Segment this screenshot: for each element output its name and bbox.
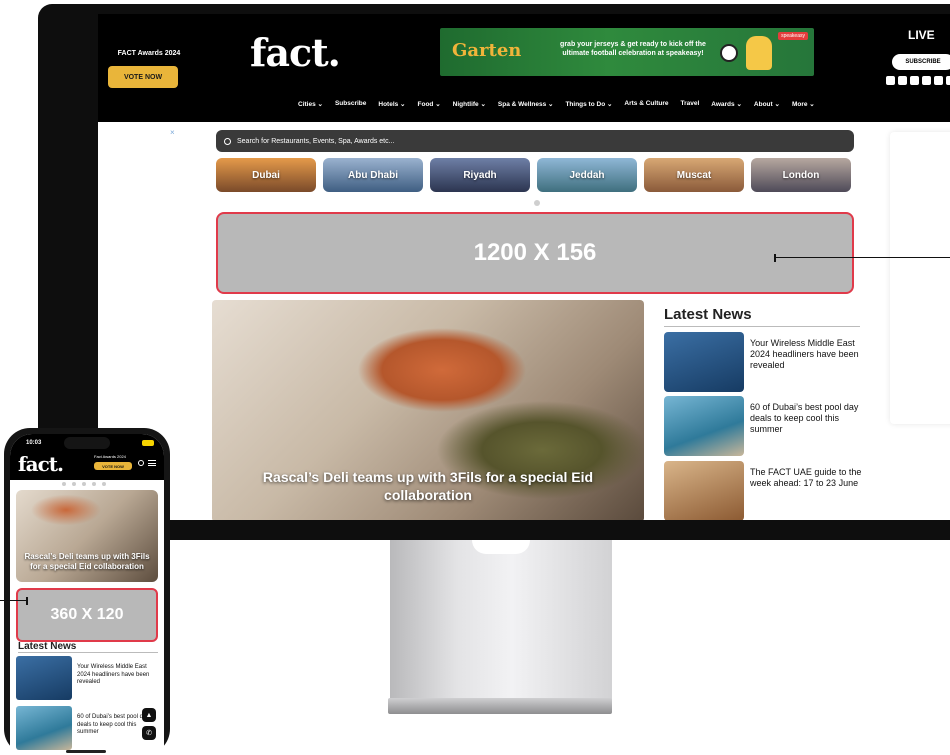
search-icon[interactable] — [138, 460, 144, 466]
news-headline: 60 of Dubai’s best pool day deals to kee… — [750, 402, 859, 434]
callout-line — [0, 600, 28, 601]
main-nav: Cities ⌄ Subscribe Hotels ⌄ Food ⌄ Night… — [298, 100, 815, 108]
monitor-base — [388, 698, 612, 714]
nav-item-cities[interactable]: Cities ⌄ — [298, 100, 323, 108]
mobile-news-item[interactable]: 60 of Dubai’s best pool day deals to kee… — [16, 706, 158, 750]
mobile-news-item[interactable]: Your Wireless Middle East 2024 headliner… — [16, 656, 158, 700]
awards-label: FACT Awards 2024 — [117, 50, 181, 57]
nav-item-subscribe[interactable]: Subscribe — [335, 100, 366, 108]
carousel-dots — [62, 482, 106, 486]
nav-item-awards[interactable]: Awards ⌄ — [711, 100, 742, 108]
mobile-ad-placeholder[interactable]: 360 X 120 — [16, 588, 158, 642]
carousel-dot[interactable] — [534, 200, 540, 206]
divider — [664, 326, 860, 327]
right-sidebar-ad[interactable] — [890, 132, 950, 424]
battery-icon — [142, 440, 154, 446]
social-icons — [886, 76, 950, 85]
city-card-london[interactable]: London — [751, 158, 851, 192]
banner-tag: speakeasy — [778, 32, 808, 40]
callout-marker — [774, 254, 776, 262]
carousel-dot[interactable] — [102, 482, 106, 486]
mobile-hero-title: Rascal’s Deli teams up with 3Fils for a … — [24, 552, 150, 571]
bell-icon[interactable]: ▲ — [142, 708, 156, 722]
nav-item-hotels[interactable]: Hotels ⌄ — [378, 100, 405, 108]
carousel-dot[interactable] — [62, 482, 66, 486]
desktop-monitor: FACT Awards 2024 VOTE NOW fact. Garten g… — [38, 4, 950, 540]
monitor-stand — [390, 540, 612, 700]
city-card-riyadh[interactable]: Riyadh — [430, 158, 530, 192]
news-thumbnail — [664, 461, 744, 520]
city-carousel: Dubai Abu Dhabi Riyadh Jeddah Muscat Lon… — [216, 158, 851, 192]
site-header: FACT Awards 2024 VOTE NOW fact. Garten g… — [98, 14, 950, 122]
banner-brand: Garten — [452, 40, 522, 61]
banner-promo-text: grab your jerseys & get ready to kick of… — [560, 41, 706, 57]
threads-icon[interactable] — [922, 76, 931, 85]
carousel-dot[interactable] — [72, 482, 76, 486]
mobile-header: 10:03 fact. Fact Awards 2024 VOTE NOW — [10, 434, 164, 480]
search-icon — [224, 137, 231, 145]
news-thumbnail — [664, 396, 744, 456]
vote-now-button[interactable]: VOTE NOW — [108, 66, 178, 88]
home-indicator — [66, 750, 106, 753]
city-card-jeddah[interactable]: Jeddah — [537, 158, 637, 192]
news-thumbnail — [16, 706, 72, 750]
nav-item-more[interactable]: More ⌄ — [792, 100, 815, 108]
mobile-vote-button[interactable]: VOTE NOW — [94, 462, 132, 470]
news-thumbnail — [664, 332, 744, 392]
live-label[interactable]: LIVE — [908, 28, 935, 42]
mobile-hero-article[interactable]: Rascal’s Deli teams up with 3Fils for a … — [16, 490, 158, 582]
hero-article[interactable]: Rascal’s Deli teams up with 3Fils for a … — [212, 300, 644, 520]
facebook-icon[interactable] — [886, 76, 895, 85]
ad-close-icon[interactable]: × — [170, 128, 175, 137]
mobile-screen: 10:03 fact. Fact Awards 2024 VOTE NOW Ra… — [10, 434, 164, 755]
nav-item-travel[interactable]: Travel — [680, 100, 699, 108]
news-headline: Your Wireless Middle East 2024 headliner… — [77, 664, 150, 685]
mobile-latest-heading: Latest News — [18, 641, 77, 652]
search-bar[interactable]: Search for Restaurants, Events, Spa, Awa… — [216, 130, 854, 152]
news-thumbnail — [16, 656, 72, 700]
leaderboard-ad-placeholder[interactable]: 1200 X 156 — [216, 212, 854, 294]
news-headline: The FACT UAE guide to the week ahead: 17… — [750, 467, 862, 488]
news-item[interactable]: The FACT UAE guide to the week ahead: 17… — [664, 461, 864, 520]
nav-item-arts-culture[interactable]: Arts & Culture — [624, 100, 668, 108]
divider — [18, 652, 158, 653]
carousel-dot[interactable] — [92, 482, 96, 486]
callout-marker — [26, 597, 28, 605]
mobile-phone: 10:03 fact. Fact Awards 2024 VOTE NOW Ra… — [4, 428, 170, 755]
nav-item-nightlife[interactable]: Nightlife ⌄ — [453, 100, 486, 108]
mascot-illustration — [746, 36, 772, 70]
search-placeholder: Search for Restaurants, Events, Spa, Awa… — [237, 137, 395, 145]
nav-item-spa-wellness[interactable]: Spa & Wellness ⌄ — [498, 100, 554, 108]
linkedin-icon[interactable] — [946, 76, 950, 85]
menu-icon[interactable] — [148, 460, 156, 466]
news-item[interactable]: 60 of Dubai’s best pool day deals to kee… — [664, 396, 864, 456]
status-time: 10:03 — [26, 440, 42, 446]
city-card-dubai[interactable]: Dubai — [216, 158, 316, 192]
whatsapp-icon[interactable]: ✆ — [142, 726, 156, 740]
banner-ad[interactable]: Garten grab your jerseys & get ready to … — [440, 28, 814, 76]
device-mockup: FACT Awards 2024 VOTE NOW fact. Garten g… — [0, 0, 950, 755]
news-item[interactable]: Your Wireless Middle East 2024 headliner… — [664, 332, 864, 392]
site-logo[interactable]: fact. — [250, 30, 341, 75]
nav-item-about[interactable]: About ⌄ — [754, 100, 780, 108]
hero-title: Rascal’s Deli teams up with 3Fils for a … — [262, 469, 594, 503]
mobile-awards-label: Fact Awards 2024 — [94, 454, 126, 459]
nav-item-food[interactable]: Food ⌄ — [418, 100, 441, 108]
callout-line — [776, 257, 950, 258]
news-headline: Your Wireless Middle East 2024 headliner… — [750, 338, 859, 370]
tiktok-icon[interactable] — [910, 76, 919, 85]
subscribe-button[interactable]: SUBSCRIBE — [892, 54, 950, 70]
youtube-icon[interactable] — [934, 76, 943, 85]
desktop-screen: FACT Awards 2024 VOTE NOW fact. Garten g… — [98, 14, 950, 520]
city-card-muscat[interactable]: Muscat — [644, 158, 744, 192]
mobile-logo[interactable]: fact. — [18, 452, 64, 476]
football-icon — [720, 44, 738, 62]
latest-news-heading: Latest News — [664, 306, 752, 323]
nav-item-things-to-do[interactable]: Things to Do ⌄ — [565, 100, 612, 108]
instagram-icon[interactable] — [898, 76, 907, 85]
carousel-dot[interactable] — [82, 482, 86, 486]
city-card-abu-dhabi[interactable]: Abu Dhabi — [323, 158, 423, 192]
dynamic-island — [64, 437, 110, 449]
